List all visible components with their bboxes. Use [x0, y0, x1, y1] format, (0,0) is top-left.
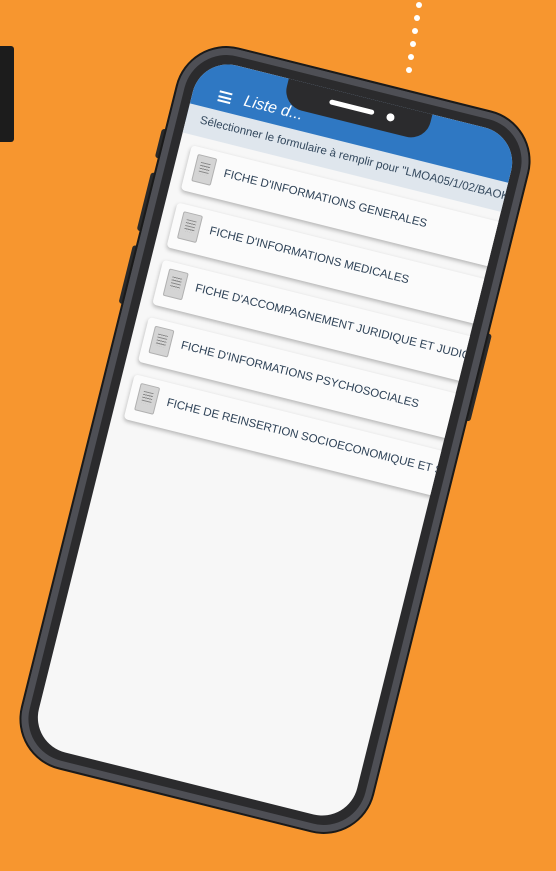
document-icon [162, 268, 189, 301]
document-icon [176, 211, 204, 244]
phone-mockup: Liste d... Sélectionner le formulaire à … [10, 37, 540, 843]
menu-icon[interactable] [217, 90, 233, 105]
document-icon [134, 382, 161, 415]
decorative-dark-block [0, 46, 14, 142]
front-camera [385, 112, 396, 123]
document-icon [148, 325, 175, 358]
document-icon [191, 153, 218, 186]
speaker-grille [328, 99, 375, 116]
